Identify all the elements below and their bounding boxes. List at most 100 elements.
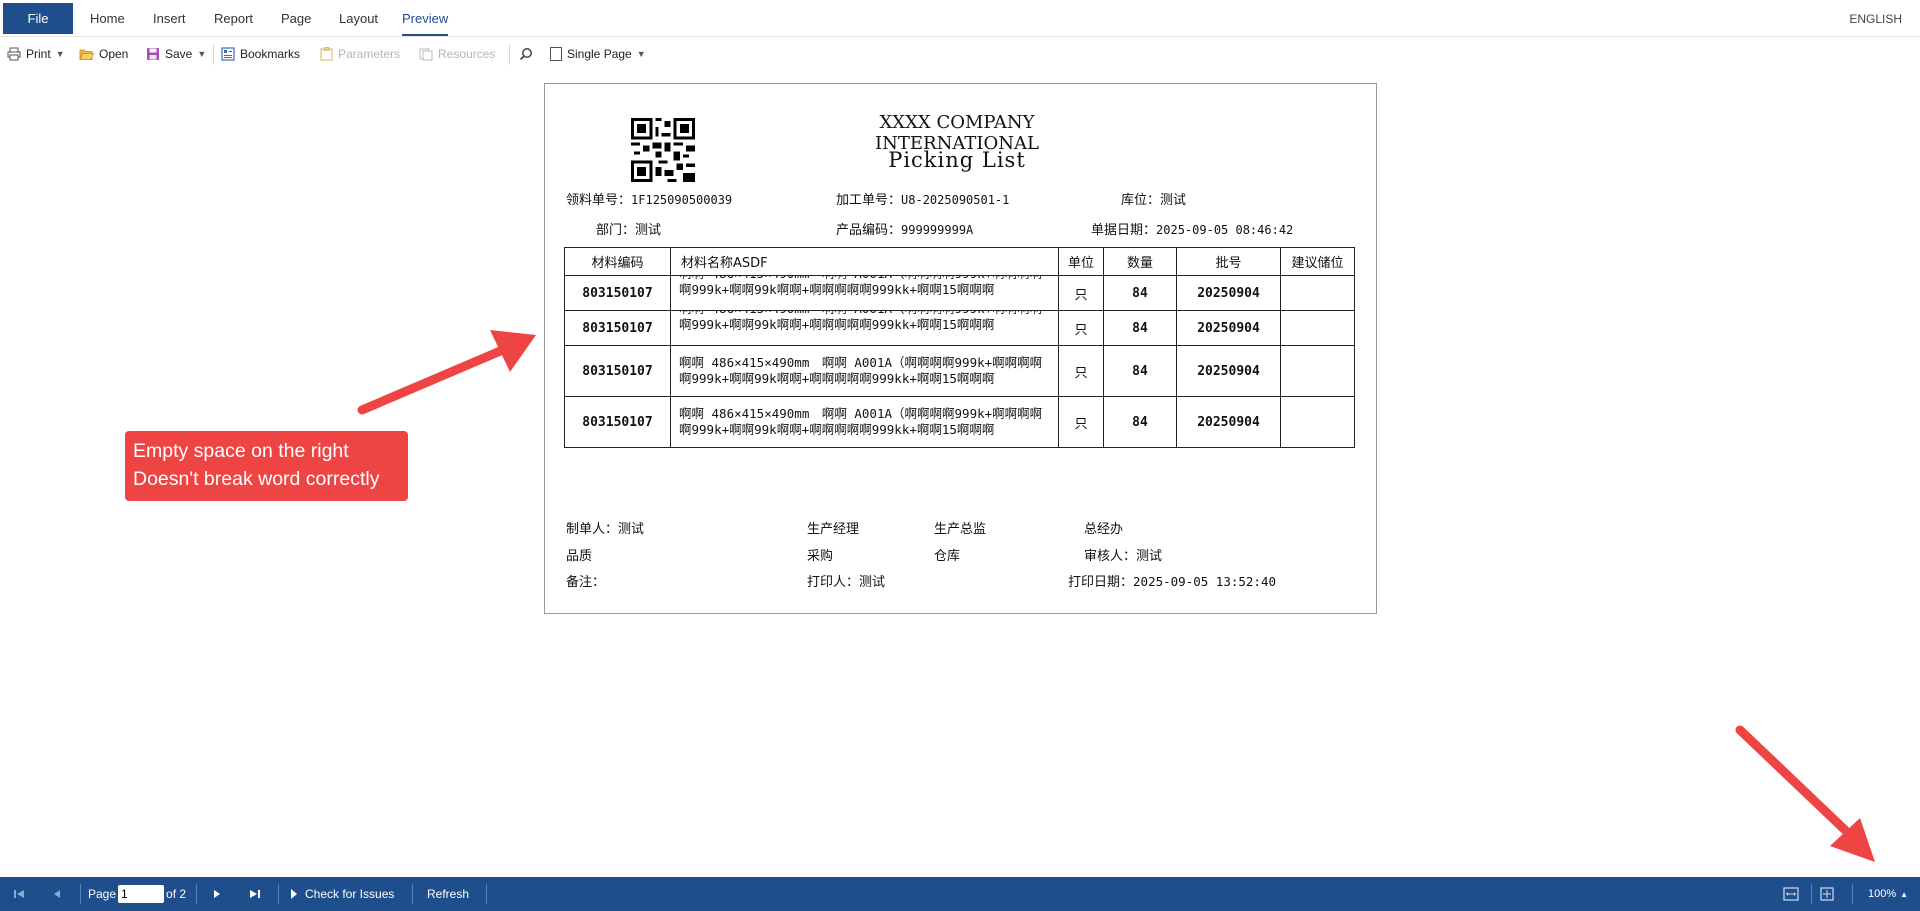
chevron-down-icon: ▼ bbox=[636, 49, 646, 59]
process-no-label: 加工单号： bbox=[836, 193, 902, 208]
parameters-button[interactable]: Parameters bbox=[320, 37, 400, 71]
print-button[interactable]: Print ▼ bbox=[7, 37, 65, 71]
reviewer-label: 审核人： bbox=[1084, 549, 1137, 564]
annotation-line-1: Empty space on the right bbox=[133, 440, 349, 462]
bookmarks-button[interactable]: Bookmarks bbox=[221, 37, 300, 71]
tab-insert[interactable]: Insert bbox=[153, 0, 186, 36]
table-row: 803150107 啊啊 486×415×490mm 啊啊 A001A（啊啊啊啊… bbox=[564, 275, 1355, 311]
items-table: 材料编码 材料名称ASDF 单位 数量 批号 建议储位 803150107 啊啊… bbox=[564, 247, 1355, 448]
single-page-icon bbox=[550, 47, 562, 61]
language-selector[interactable]: ENGLISH bbox=[1849, 0, 1902, 37]
material-code-cell: 803150107 bbox=[564, 310, 671, 346]
dept-field: 部门：测试 bbox=[596, 219, 661, 238]
process-no-value: U8-2025090501-1 bbox=[901, 193, 1010, 207]
printer-label: 打印人： bbox=[807, 575, 860, 590]
page-width-icon bbox=[1783, 887, 1799, 901]
material-name-cell: 啊啊 486×415×490mm 啊啊 A001A（啊啊啊啊999k+啊啊啊啊啊… bbox=[670, 345, 1059, 397]
tab-page[interactable]: Page bbox=[281, 0, 311, 36]
material-no-field: 领料单号：1F125090500039 bbox=[566, 189, 732, 208]
material-no-label: 领料单号： bbox=[566, 193, 632, 208]
clipboard-icon bbox=[320, 47, 333, 61]
find-button[interactable] bbox=[519, 37, 533, 71]
batch-cell: 20250904 bbox=[1176, 345, 1281, 397]
qty-cell: 84 bbox=[1103, 345, 1177, 397]
unit-cell: 只 bbox=[1058, 345, 1104, 397]
table-row: 803150107 啊啊 486×415×490mm 啊啊 A001A（啊啊啊啊… bbox=[564, 345, 1355, 397]
column-header: 材料名称ASDF bbox=[670, 247, 1059, 276]
material-code-cell: 803150107 bbox=[564, 275, 671, 311]
toolbar-divider bbox=[509, 45, 510, 65]
next-page-icon bbox=[214, 890, 220, 898]
page-number-input[interactable] bbox=[118, 885, 165, 903]
parameters-label: Parameters bbox=[338, 47, 401, 61]
tab-report[interactable]: Report bbox=[214, 0, 253, 36]
last-page-button[interactable] bbox=[249, 877, 261, 911]
statusbar-divider bbox=[278, 884, 279, 904]
view-mode-dropdown[interactable]: Single Page ▼ bbox=[550, 37, 646, 71]
material-name-cell: 啊啊 486×415×490mm 啊啊 A001A（啊啊啊啊999k+啊啊啊啊啊… bbox=[670, 310, 1059, 346]
gm-office-label: 总经办 bbox=[1084, 522, 1124, 537]
toolbar-divider bbox=[213, 45, 214, 65]
statusbar-divider bbox=[1811, 884, 1812, 904]
whole-page-button[interactable] bbox=[1820, 877, 1834, 911]
previous-page-button[interactable] bbox=[52, 877, 62, 911]
qty-cell: 84 bbox=[1103, 310, 1177, 346]
product-code-value: 999999999A bbox=[901, 223, 974, 237]
whole-page-icon bbox=[1820, 887, 1834, 901]
dept-value: 测试 bbox=[635, 223, 662, 238]
first-page-button[interactable] bbox=[13, 877, 25, 911]
open-button[interactable]: Open bbox=[79, 37, 128, 71]
suggested-location-cell bbox=[1280, 310, 1355, 346]
tab-preview[interactable]: Preview bbox=[402, 2, 449, 36]
view-mode-label: Single Page bbox=[567, 47, 632, 61]
save-label: Save bbox=[165, 47, 193, 61]
page-width-button[interactable] bbox=[1783, 877, 1799, 911]
chevron-down-icon: ▼ bbox=[55, 49, 65, 59]
material-code-cell: 803150107 bbox=[564, 345, 671, 397]
purchase-label: 采购 bbox=[807, 549, 834, 564]
folder-open-icon bbox=[79, 49, 94, 60]
tab-home[interactable]: Home bbox=[90, 0, 125, 36]
last-page-icon bbox=[250, 890, 260, 898]
next-page-button[interactable] bbox=[212, 877, 222, 911]
report-page: XXXX COMPANY INTERNATIONAL Picking List … bbox=[544, 83, 1377, 614]
previous-page-icon bbox=[54, 890, 60, 898]
print-date-field: 打印日期：2025-09-05 13:52:40 bbox=[1068, 571, 1276, 590]
batch-cell: 20250904 bbox=[1176, 396, 1281, 448]
toolbar: Print ▼ Open Save ▼ Bookmarks Parameters… bbox=[0, 37, 1920, 71]
menu-bar: File Home Insert Report Page Layout Prev… bbox=[0, 0, 1920, 37]
column-header: 单位 bbox=[1058, 247, 1104, 276]
qty-cell: 84 bbox=[1103, 396, 1177, 448]
material-name-text: 啊啊 486×415×490mm 啊啊 A001A（啊啊啊啊999k+啊啊啊啊啊… bbox=[679, 355, 1043, 386]
qty-cell: 84 bbox=[1103, 275, 1177, 311]
print-label: Print bbox=[26, 47, 51, 61]
doc-date-label: 单据日期： bbox=[1091, 223, 1157, 238]
column-header: 批号 bbox=[1176, 247, 1281, 276]
quality-label: 品质 bbox=[566, 549, 593, 564]
check-issues-label: Check for Issues bbox=[305, 887, 395, 901]
annotation-arrow-zoom bbox=[1735, 725, 1875, 862]
resources-button[interactable]: Resources bbox=[419, 37, 495, 71]
check-issues-button[interactable]: Check for Issues bbox=[290, 877, 394, 911]
play-icon bbox=[291, 889, 297, 899]
batch-cell: 20250904 bbox=[1176, 310, 1281, 346]
material-code-cell: 803150107 bbox=[564, 396, 671, 448]
save-disk-icon bbox=[147, 48, 159, 60]
reviewer-value: 测试 bbox=[1136, 549, 1163, 564]
zoom-dropdown[interactable]: 100% ▲ bbox=[1868, 877, 1908, 911]
warehouse-label: 仓库 bbox=[934, 549, 961, 564]
report-subtitle: Picking List bbox=[888, 148, 1026, 172]
prod-manager-label: 生产经理 bbox=[807, 522, 860, 537]
unit-cell: 只 bbox=[1058, 275, 1104, 311]
column-header: 数量 bbox=[1103, 247, 1177, 276]
statusbar-divider bbox=[412, 884, 413, 904]
refresh-button[interactable]: Refresh bbox=[427, 877, 469, 911]
annotation-callout: Empty space on the right Doesn't break w… bbox=[125, 431, 408, 501]
file-menu-button[interactable]: File bbox=[3, 3, 73, 34]
material-name-cell: 啊啊 486×415×490mm 啊啊 A001A（啊啊啊啊999k+啊啊啊啊啊… bbox=[670, 275, 1059, 311]
tab-layout[interactable]: Layout bbox=[339, 0, 378, 36]
bookmarks-icon bbox=[221, 47, 235, 61]
print-date-label: 打印日期： bbox=[1068, 575, 1134, 590]
save-button[interactable]: Save ▼ bbox=[146, 37, 206, 71]
print-date-value: 2025-09-05 13:52:40 bbox=[1133, 574, 1277, 589]
